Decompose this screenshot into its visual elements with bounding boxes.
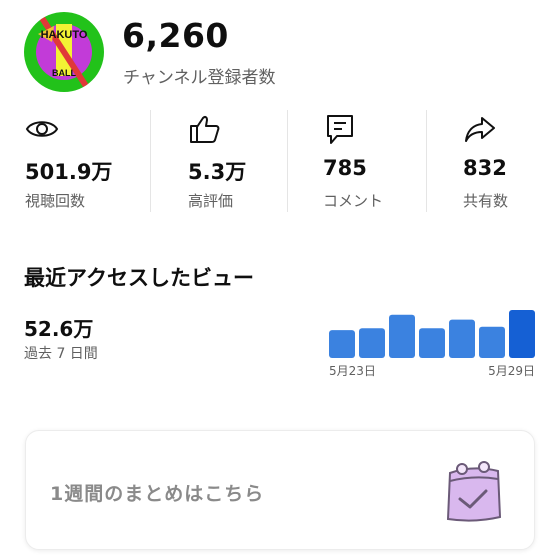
chart-tick-label: 5月29日 — [488, 364, 535, 378]
recent-views-title: 最近アクセスしたビュー — [24, 266, 254, 290]
chart-bar — [479, 326, 505, 358]
stat-divider — [287, 110, 288, 212]
chart-bar — [329, 330, 355, 358]
share-icon — [463, 112, 497, 146]
stat-value: 501.9万 — [25, 160, 113, 184]
recent-views-value: 52.6万 — [24, 317, 94, 341]
chart-bar — [419, 328, 445, 358]
stat-label: 高評価 — [188, 192, 234, 210]
stat-label: コメント — [323, 192, 384, 210]
stat-value: 785 — [323, 156, 367, 180]
weekly-summary-text: 1週間のまとめはこちら — [50, 483, 265, 505]
chart-bar — [509, 310, 535, 358]
stat-divider — [150, 110, 151, 212]
channel-avatar[interactable]: HAKUTO BALL — [24, 12, 104, 92]
stat-label: 視聴回数 — [25, 192, 86, 210]
stat-value: 832 — [463, 156, 507, 180]
avatar-text-bottom: BALL — [52, 68, 76, 78]
subscriber-count: 6,260 — [122, 16, 229, 55]
chart-bar — [449, 319, 475, 358]
recent-views-period: 過去 7 日間 — [24, 346, 98, 362]
chart-tick-label: 5月23日 — [329, 364, 376, 378]
recent-views-chart[interactable]: 5月23日 5月29日 — [326, 300, 536, 380]
stat-divider — [426, 110, 427, 212]
chart-bar — [389, 314, 415, 358]
stat-value: 5.3万 — [188, 160, 247, 184]
avatar-text-top: HAKUTO — [41, 29, 88, 41]
chart-bar — [359, 328, 385, 358]
comment-icon — [323, 112, 357, 146]
thumbs-up-icon — [188, 112, 222, 146]
subscriber-label: チャンネル登録者数 — [123, 68, 276, 88]
stat-label: 共有数 — [463, 192, 509, 210]
eye-icon — [25, 112, 59, 146]
weekly-summary-card[interactable]: 1週間のまとめはこちら — [25, 430, 535, 550]
stats-row: 501.9万 視聴回数 5.3万 高評価 785 コメント 832 共有数 — [0, 108, 560, 212]
calendar-check-icon — [438, 457, 508, 527]
